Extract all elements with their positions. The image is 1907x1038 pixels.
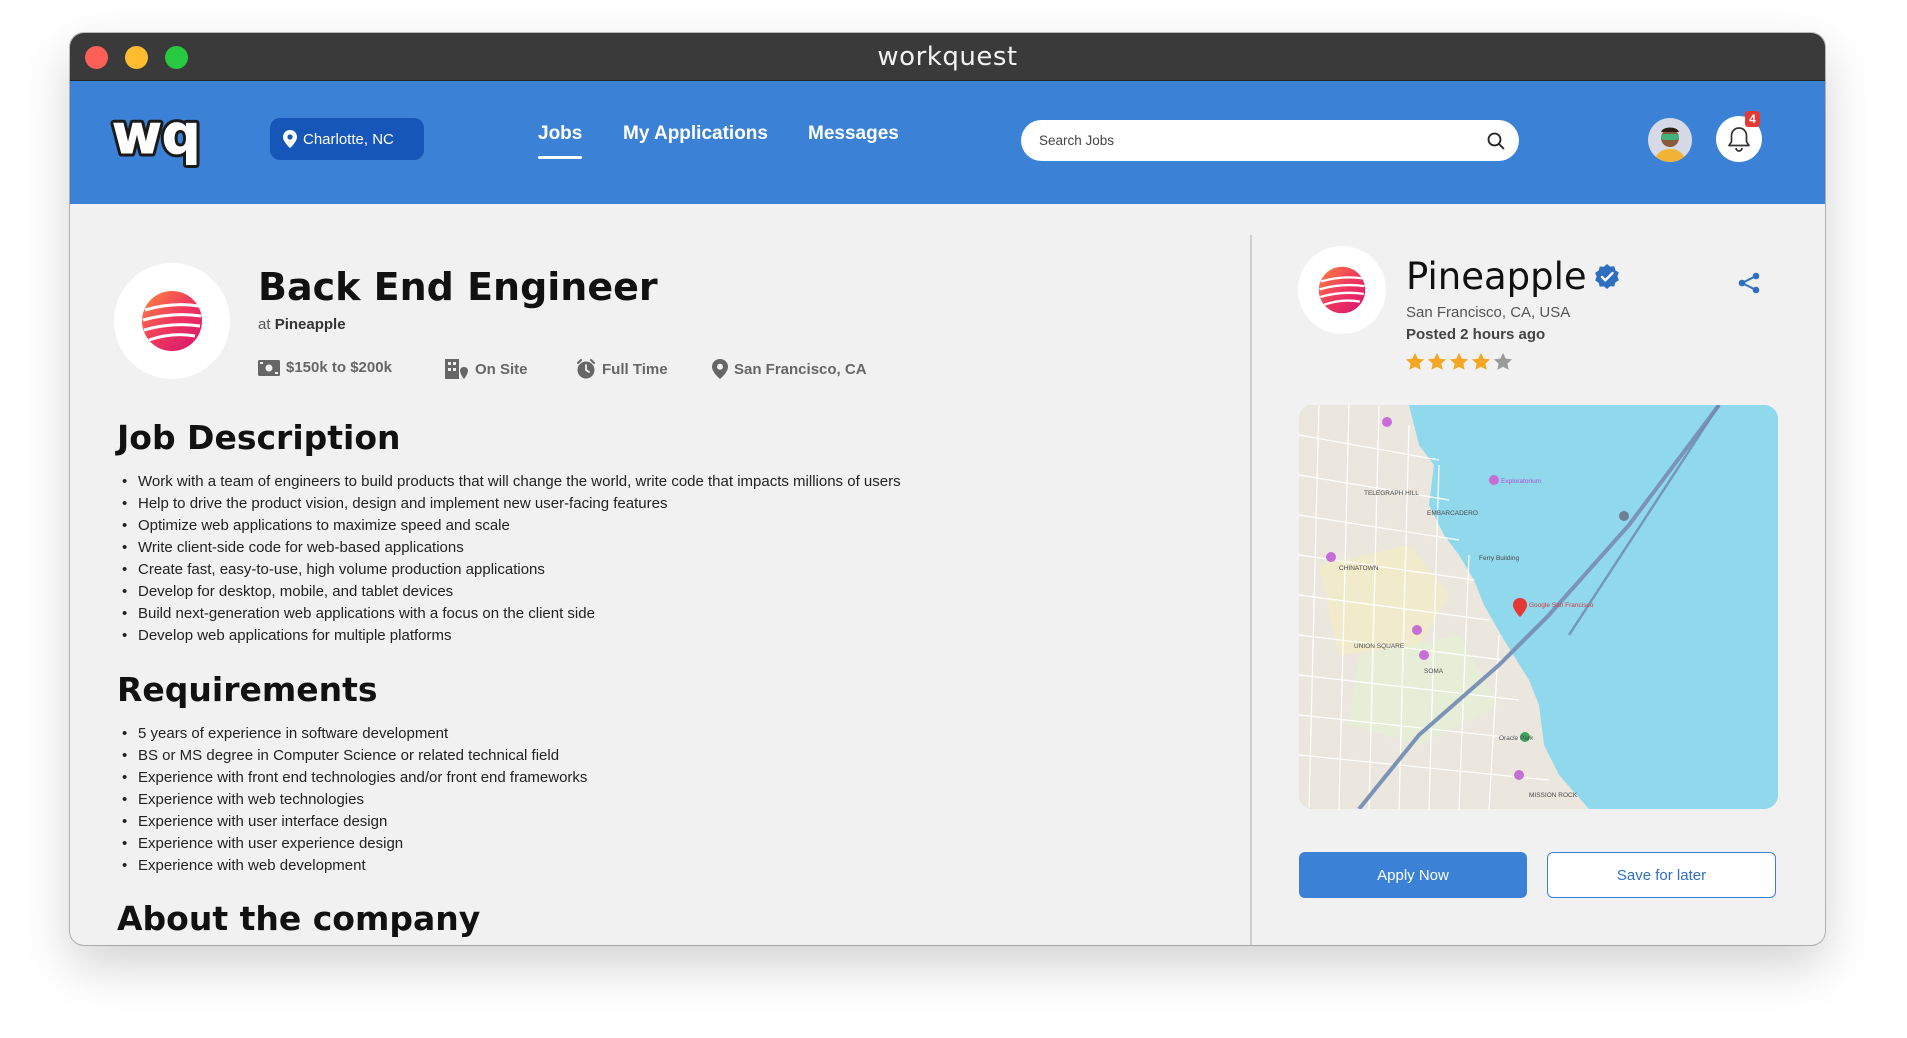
save-for-later-button[interactable]: Save for later [1547,852,1776,898]
list-item: Experience with user experience design [122,833,587,855]
job-company-link[interactable]: Pineapple [275,316,346,333]
notification-count-badge: 4 [1745,111,1760,127]
location-pin-icon [712,359,728,379]
salary-label: $150k to $200k [286,359,392,376]
title-bar: workquest [70,33,1825,81]
company-location: San Francisco, CA, USA [1406,304,1571,321]
list-item: BS or MS degree in Computer Science or r… [122,745,587,767]
user-avatar[interactable] [1648,118,1692,162]
job-title: Back End Engineer [258,265,658,309]
nav-my-applications[interactable]: My Applications [623,123,768,145]
job-type-meta: Full Time [576,359,668,379]
workplace-meta: On Site [445,359,528,379]
about-company-heading: About the company [117,899,481,938]
job-description-list: Work with a team of engineers to build p… [122,471,901,647]
location-map[interactable]: EMBARCADERO UNION SQUARE SOMA CHINATOWN … [1299,405,1778,809]
location-selector[interactable]: Charlotte, NC [270,118,424,160]
company-rating [1405,352,1513,371]
share-icon [1738,272,1760,294]
list-item: Create fast, easy-to-use, high volume pr… [122,559,901,581]
job-description-heading: Job Description [117,418,401,457]
list-item: Experience with web development [122,855,587,877]
map-label-embarcadero: EMBARCADERO [1427,510,1478,517]
map-label-union-square: UNION SQUARE [1354,643,1405,650]
company-name-label[interactable]: Pineapple [1406,255,1587,298]
nav-messages[interactable]: Messages [808,123,899,145]
map-label-google: Google San Francisco [1529,602,1594,609]
job-location-meta: San Francisco, CA [712,359,867,379]
search-icon[interactable] [1487,132,1505,150]
requirements-list: 5 years of experience in software develo… [122,723,587,877]
share-button[interactable] [1737,271,1761,300]
panel-divider [1250,235,1252,945]
workquest-logo[interactable]: wq wq [108,100,218,173]
star-icon [1427,352,1447,370]
list-item: Optimize web applications to maximize sp… [122,515,901,537]
list-item: Develop web applications for multiple pl… [122,625,901,647]
company-logo [114,263,230,379]
pineapple-logo-icon [1318,266,1366,314]
apply-now-button[interactable]: Apply Now [1299,852,1527,898]
star-empty-icon [1493,352,1513,370]
company-name: Pineapple [1406,255,1621,298]
nav-jobs[interactable]: Jobs [538,123,583,159]
at-prefix: at [258,316,271,333]
app-window: workquest wq wq Charlotte, NC Jobs My Ap… [70,33,1825,945]
job-company-line: at Pineapple [258,316,346,333]
list-item: Work with a team of engineers to build p… [122,471,901,493]
map-label-exploratorium: Exploratorium [1501,478,1541,485]
location-label: Charlotte, NC [303,130,394,148]
list-item: Help to drive the product vision, design… [122,493,901,515]
building-icon [445,359,468,379]
posted-time: Posted 2 hours ago [1406,326,1546,343]
map-label-mission-rock: MISSION ROCK [1529,792,1578,799]
job-location-label: San Francisco, CA [734,360,867,378]
top-navbar: wq wq Charlotte, NC Jobs My Applications… [70,81,1825,204]
location-pin-icon [283,130,297,148]
salary-meta: $150k to $200k [258,359,392,376]
clock-icon [577,359,595,379]
list-item: Write client-side code for web-based app… [122,537,901,559]
list-item: Experience with user interface design [122,811,587,833]
list-item: Develop for desktop, mobile, and tablet … [122,581,901,603]
star-icon [1405,352,1425,370]
map-label-telegraph-hill: TELEGRAPH HILL [1364,490,1419,497]
map-label-soma: SOMA [1424,668,1444,675]
list-item: Experience with front end technologies a… [122,767,587,789]
bell-icon [1728,127,1750,152]
workplace-label: On Site [475,360,528,378]
star-icon [1449,352,1469,370]
star-icon [1471,352,1491,370]
map-label-oracle: Oracle Park [1499,735,1534,742]
job-type-label: Full Time [602,360,668,378]
money-icon [258,359,280,376]
notifications-button[interactable]: 4 [1716,111,1762,162]
verified-badge-icon [1594,263,1619,289]
list-item: Experience with web technologies [122,789,587,811]
svg-text:wq: wq [112,109,201,166]
list-item: Build next-generation web applications w… [122,603,901,625]
pineapple-logo-icon [142,291,202,351]
list-item: 5 years of experience in software develo… [122,723,587,745]
window-title: workquest [877,42,1018,72]
company-card-logo [1298,246,1386,334]
map-label-chinatown: CHINATOWN [1339,565,1379,572]
map-label-ferry: Ferry Building [1479,555,1519,562]
search-bar [1021,120,1519,161]
search-input[interactable] [1039,133,1487,148]
requirements-heading: Requirements [117,670,378,709]
